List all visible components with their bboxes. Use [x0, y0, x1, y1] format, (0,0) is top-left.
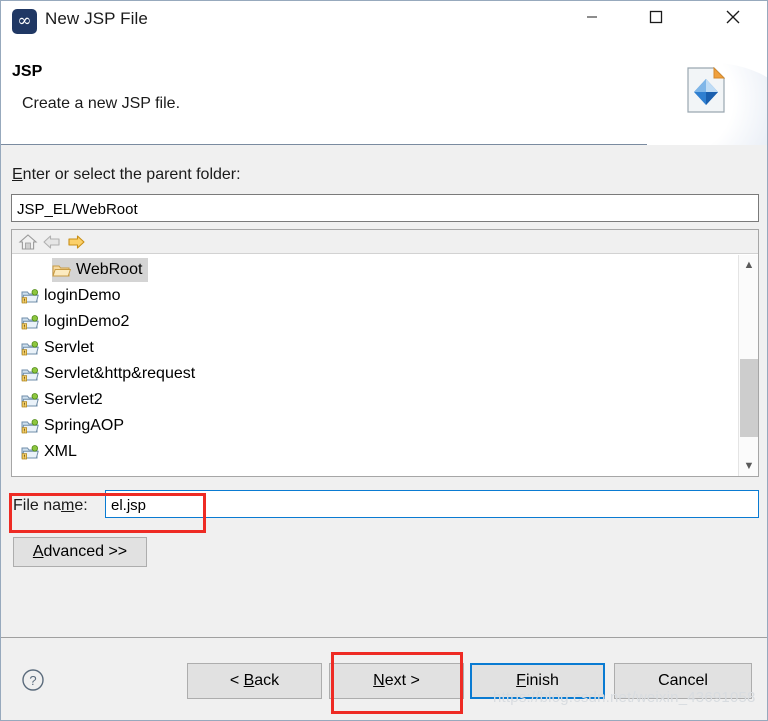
- back-arrow-icon: [43, 235, 60, 249]
- cancel-button-rest: Cancel: [658, 672, 708, 689]
- tree-item-label: XML: [44, 443, 77, 460]
- tree-item-webroot[interactable]: WebRoot: [12, 257, 737, 283]
- forward-arrow-icon[interactable]: [66, 233, 86, 251]
- parent-folder-input[interactable]: [11, 194, 759, 222]
- tree-item-servlet-http-request[interactable]: Servlet&http&request: [12, 361, 737, 387]
- file-name-label: File name:: [13, 497, 88, 515]
- back-button-rest: ack: [254, 672, 280, 689]
- maximize-button[interactable]: [633, 1, 679, 33]
- tree-item-label: Servlet2: [44, 391, 103, 408]
- minimize-icon: [587, 16, 597, 18]
- home-icon[interactable]: [18, 233, 38, 251]
- back-button-mnemonic: B: [243, 672, 255, 689]
- file-name-label-mnemonic: m: [61, 497, 75, 514]
- window-title: New JSP File: [45, 9, 148, 28]
- finish-button-rest: inish: [525, 672, 559, 689]
- page-title: JSP: [12, 63, 43, 80]
- finish-button-mnemonic: F: [516, 672, 526, 689]
- scroll-up-icon[interactable]: ▲: [739, 255, 759, 275]
- tree-item-xml[interactable]: XML: [12, 439, 737, 465]
- close-button[interactable]: [710, 1, 756, 33]
- web-project-folder-icon: [20, 314, 39, 330]
- scroll-down-icon[interactable]: ▼: [739, 456, 759, 476]
- advanced-button-mnemonic: A: [32, 543, 44, 560]
- web-project-folder-icon: [20, 288, 39, 304]
- web-project-folder-icon: [20, 392, 39, 408]
- folder-tree-panel: WebRoot loginDemo loginDemo2 Servlet Servlet…: [11, 229, 759, 477]
- web-project-folder-icon: [20, 340, 39, 356]
- advanced-button[interactable]: Advanced >>: [13, 537, 147, 567]
- folder-tree-list[interactable]: WebRoot loginDemo loginDemo2 Servlet Servlet…: [12, 255, 737, 476]
- tree-item-logindemo[interactable]: loginDemo: [12, 283, 737, 309]
- tree-scrollbar[interactable]: ▲ ▼: [738, 255, 758, 476]
- parent-folder-label-rest: nter or select the parent folder:: [22, 166, 241, 183]
- tree-item-label: Servlet&http&request: [44, 365, 196, 382]
- open-folder-icon: [52, 262, 72, 278]
- finish-button[interactable]: Finish: [470, 663, 605, 699]
- jsp-file-icon: [687, 67, 725, 113]
- myeclipse-icon: ∞: [12, 9, 37, 34]
- tree-item-label: WebRoot: [76, 261, 143, 278]
- page-description: Create a new JSP file.: [22, 95, 181, 112]
- parent-folder-label-mnemonic: E: [12, 166, 23, 183]
- file-name-label-rest: e:: [74, 497, 88, 514]
- next-button-mnemonic: N: [373, 672, 385, 689]
- minimize-button[interactable]: [569, 1, 615, 33]
- svg-text:?: ?: [29, 673, 36, 688]
- help-icon[interactable]: ?: [21, 668, 45, 692]
- back-button-prefix: <: [229, 672, 244, 689]
- dialog-body: Enter or select the parent folder: WebRo…: [1, 146, 767, 637]
- tree-item-label: Servlet: [44, 339, 94, 356]
- tree-item-label: SpringAOP: [44, 417, 125, 434]
- next-button-rest: ext >: [384, 672, 420, 689]
- header-banner: [647, 45, 767, 145]
- back-button[interactable]: < Back: [187, 663, 322, 699]
- cancel-button[interactable]: Cancel: [614, 663, 752, 699]
- tree-item-servlet2[interactable]: Servlet2: [12, 387, 737, 413]
- new-jsp-file-dialog: ∞ New JSP File JSP Create a new JSP file…: [0, 0, 768, 721]
- advanced-button-rest: dvanced >>: [43, 543, 128, 560]
- file-name-label-prefix: File na: [13, 497, 62, 514]
- tree-item-servlet[interactable]: Servlet: [12, 335, 737, 361]
- web-project-folder-icon: [20, 418, 39, 434]
- next-button[interactable]: Next >: [329, 663, 464, 699]
- tree-item-label: loginDemo: [44, 287, 121, 304]
- title-bar: ∞ New JSP File: [1, 1, 767, 45]
- web-project-folder-icon: [20, 444, 39, 460]
- scrollbar-thumb[interactable]: [740, 359, 758, 437]
- tree-toolbar: [12, 230, 758, 254]
- tree-item-label: loginDemo2: [44, 313, 130, 330]
- close-icon: [726, 10, 740, 24]
- wizard-header: JSP Create a new JSP file.: [1, 45, 767, 145]
- file-name-input[interactable]: [105, 490, 759, 518]
- web-project-folder-icon: [20, 366, 39, 382]
- dialog-footer: ? < Back Next > Finish Cancel: [1, 637, 767, 720]
- maximize-icon: [649, 10, 663, 24]
- parent-folder-label: Enter or select the parent folder:: [12, 166, 241, 184]
- myeclipse-icon-glyph: ∞: [17, 11, 32, 31]
- tree-item-springaop[interactable]: SpringAOP: [12, 413, 737, 439]
- tree-item-logindemo2[interactable]: loginDemo2: [12, 309, 737, 335]
